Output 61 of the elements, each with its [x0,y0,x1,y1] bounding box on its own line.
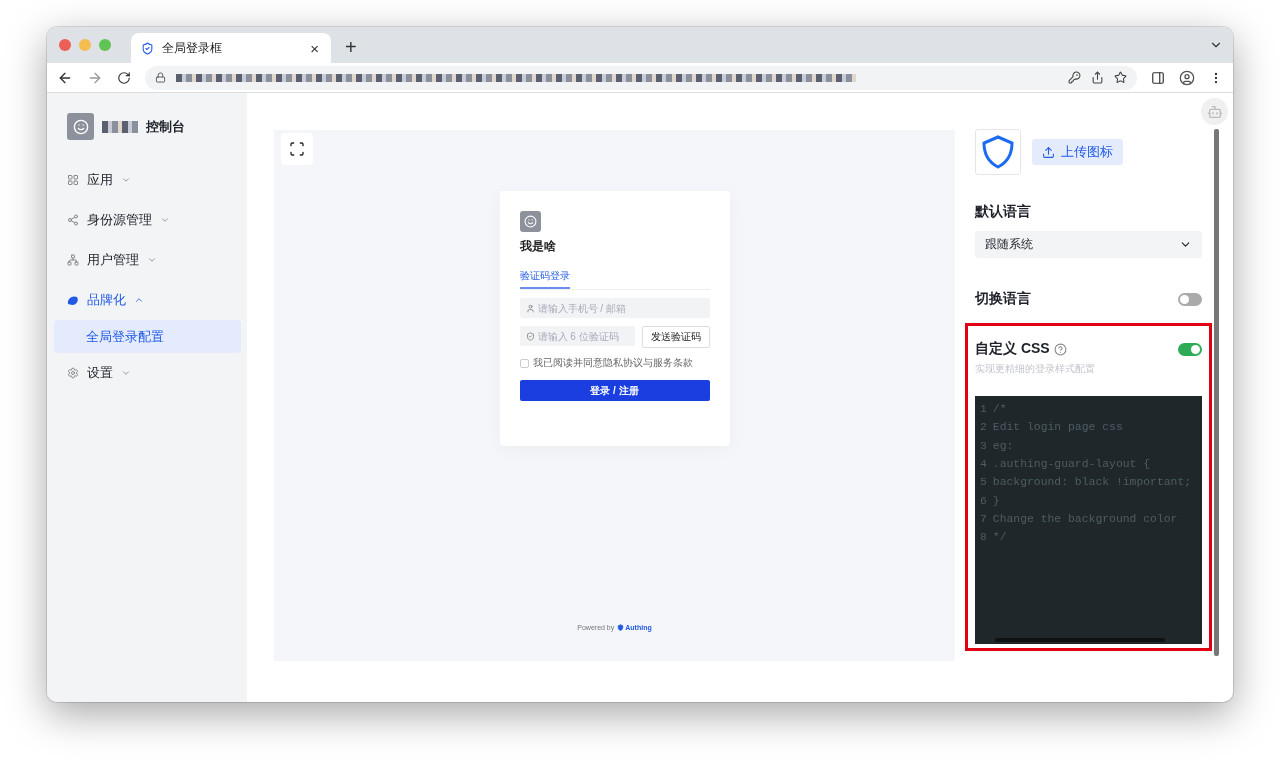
grid-icon [67,174,79,186]
section-heading: 切换语言 [975,290,1031,308]
toggle-switch[interactable] [1178,292,1202,306]
sidebar-item[interactable]: 品牌化 [54,280,241,320]
share-icon[interactable] [1091,71,1104,84]
sidebar-item[interactable]: 设置 [54,353,241,393]
code-line: */ [992,531,1007,544]
submit-button[interactable]: 登录 / 注册 [519,380,710,401]
code-line: } [992,494,1000,507]
shield-icon [617,624,625,631]
star-icon[interactable] [1114,71,1127,84]
phone-field[interactable]: 请输入手机号 / 邮箱 [519,298,710,318]
profile-icon[interactable] [1179,69,1195,86]
close-window-button[interactable] [59,39,71,51]
line-number: 4 [980,458,987,471]
section-heading: 自定义 CSS [975,340,1050,358]
key-icon[interactable] [1068,71,1081,84]
agreement-text: 我已阅读并同意隐私协议与服务条款 [532,356,693,370]
login-tab[interactable]: 验证码登录 [519,269,570,289]
sidebar-icon[interactable] [1151,70,1165,85]
code-line: background: black !important; [992,476,1192,489]
reload-icon[interactable] [117,70,131,85]
sidebar-subitem[interactable]: 全局登录配置 [54,320,241,353]
app-name: 我是啥 [519,238,557,255]
help-icon[interactable] [1053,342,1067,356]
upload-button[interactable]: 上传图标 [1032,139,1123,165]
brand-name: 控制台 [146,117,185,136]
robot-icon [1206,103,1223,120]
user-icon [525,304,535,313]
sidebar-item[interactable]: 应用 [54,160,241,200]
lock-icon [155,72,166,83]
send-code-button[interactable]: 发送验证码 [641,326,710,348]
browser-tab[interactable]: 全局登录框 × [131,33,331,63]
settings-icon [67,367,79,379]
sidebar-item[interactable]: 用户管理 [54,240,241,280]
fullscreen-button[interactable] [281,133,313,165]
address-bar[interactable] [145,65,1137,90]
section-heading: 默认语言 [975,203,1032,221]
fullscreen-icon [289,141,305,157]
redacted-block [102,120,138,133]
line-number: 3 [980,439,987,452]
hierarchy-icon [67,254,79,266]
language-select[interactable]: 跟随系统 [975,231,1202,258]
share-icon [67,214,79,226]
code-line: /* [992,403,1007,416]
upload-icon [1042,145,1055,159]
agree-checkbox[interactable] [519,358,529,368]
shield-icon [525,332,535,341]
sidebar-item[interactable]: 身份源管理 [54,200,241,240]
blob-icon [67,294,79,306]
shield-icon [982,135,1014,169]
tab-title: 全局登录框 [162,39,223,57]
shield-icon [141,41,154,55]
toggle-switch[interactable] [1178,342,1202,356]
face-icon [72,118,89,135]
line-number: 2 [980,421,987,434]
code-line: .authing-guard-layout { [992,458,1151,471]
code-field[interactable]: 请输入 6 位验证码 [519,326,635,346]
close-tab-button[interactable]: × [308,39,321,57]
new-tab-button[interactable]: + [339,35,363,59]
line-number: 8 [980,531,987,544]
